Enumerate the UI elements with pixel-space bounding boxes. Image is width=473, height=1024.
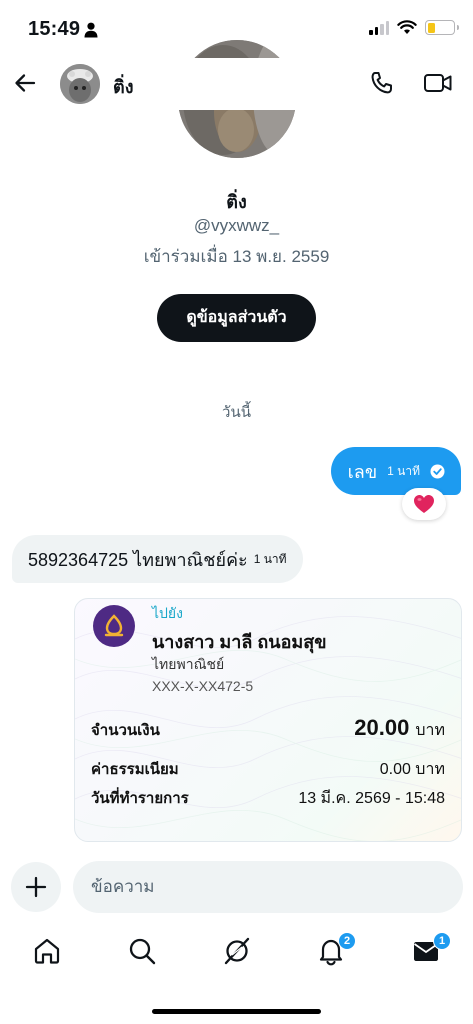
video-call-icon[interactable] bbox=[423, 70, 453, 96]
status-indicators bbox=[369, 20, 459, 35]
avatar[interactable] bbox=[60, 64, 100, 104]
slip-amount-unit: บาท bbox=[415, 722, 445, 739]
add-media-button[interactable] bbox=[11, 862, 61, 912]
profile-handle: @vyxwwz_ bbox=[193, 216, 280, 235]
transfer-slip-image[interactable]: ไปยัง นางสาว มาลี ถนอมสุข ไทยพาณิชย์ XXX… bbox=[74, 598, 462, 842]
nav-notifications[interactable]: 2 bbox=[316, 932, 356, 966]
bottom-nav: 2 1 bbox=[0, 928, 473, 978]
read-check-icon bbox=[430, 464, 445, 478]
outgoing-message[interactable]: เลข 1 นาที bbox=[330, 447, 461, 495]
slip-amount-value: 20.00 bbox=[354, 715, 410, 740]
nav-grok[interactable] bbox=[222, 936, 252, 966]
message-time: 1 นาที bbox=[253, 551, 287, 566]
slip-amount: 20.00 บาท bbox=[354, 715, 445, 743]
slip-date-value: 13 มี.ค. 2569 - 15:48 bbox=[298, 790, 445, 807]
search-icon bbox=[129, 938, 156, 965]
heart-reaction[interactable] bbox=[402, 488, 446, 520]
profile-joined-date: เข้าร่วมเมื่อ 13 พ.ย. 2559 bbox=[143, 247, 330, 266]
profile-name: ติ่ง bbox=[226, 192, 247, 212]
slip-fee-row: ค่าธรรมเนียม 0.00 บาท bbox=[91, 757, 445, 782]
incoming-message[interactable]: 5892364725 ไทยพาณิชย์ค่ะ 1 นาที bbox=[12, 535, 303, 583]
slip-date-row: วันที่ทำรายการ 13 มี.ค. 2569 - 15:48 bbox=[91, 786, 445, 811]
slip-fee-value: 0.00 บาท bbox=[379, 761, 445, 778]
home-indicator bbox=[152, 1009, 321, 1014]
date-divider: วันนี้ bbox=[222, 404, 251, 421]
person-icon bbox=[84, 22, 98, 38]
slip-recipient-name: นางสาว มาลี ถนอมสุข bbox=[152, 632, 327, 652]
grok-icon bbox=[224, 937, 250, 965]
back-arrow-icon[interactable] bbox=[12, 70, 38, 96]
message-time: 1 นาที bbox=[387, 463, 420, 478]
message-input[interactable] bbox=[73, 861, 463, 913]
slip-fee-label: ค่าธรรมเนียม bbox=[91, 761, 179, 778]
view-profile-button[interactable]: ดูข้อมูลส่วนตัว bbox=[157, 294, 316, 342]
home-icon bbox=[34, 938, 60, 964]
conversation-header: ติ่ง bbox=[0, 58, 473, 110]
status-time: 15:49 bbox=[28, 18, 81, 40]
message-text: 5892364725 ไทยพาณิชย์ค่ะ bbox=[28, 549, 248, 570]
message-text: เลข bbox=[347, 461, 378, 482]
slip-account-number: XXX-X-XX472-5 bbox=[152, 678, 254, 694]
phone-icon[interactable] bbox=[369, 70, 395, 96]
cellular-signal-icon bbox=[369, 20, 389, 35]
heart-icon bbox=[414, 495, 434, 513]
messages-badge: 1 bbox=[433, 932, 451, 950]
slip-amount-row: จำนวนเงิน 20.00 บาท bbox=[91, 715, 445, 743]
slip-date-label: วันที่ทำรายการ bbox=[91, 790, 189, 807]
nav-search[interactable] bbox=[127, 936, 157, 966]
plus-icon bbox=[25, 876, 47, 898]
slip-bank-name: ไทยพาณิชย์ bbox=[152, 656, 225, 672]
nav-messages[interactable]: 1 bbox=[411, 932, 451, 966]
nav-home[interactable] bbox=[32, 936, 62, 966]
battery-icon bbox=[425, 20, 459, 35]
notifications-badge: 2 bbox=[338, 932, 356, 950]
header-contact-name[interactable]: ติ่ง bbox=[113, 72, 133, 101]
slip-amount-label: จำนวนเงิน bbox=[91, 722, 160, 739]
wifi-icon bbox=[397, 20, 417, 34]
scb-bank-logo bbox=[93, 605, 135, 647]
slip-to-label: ไปยัง bbox=[152, 605, 183, 621]
